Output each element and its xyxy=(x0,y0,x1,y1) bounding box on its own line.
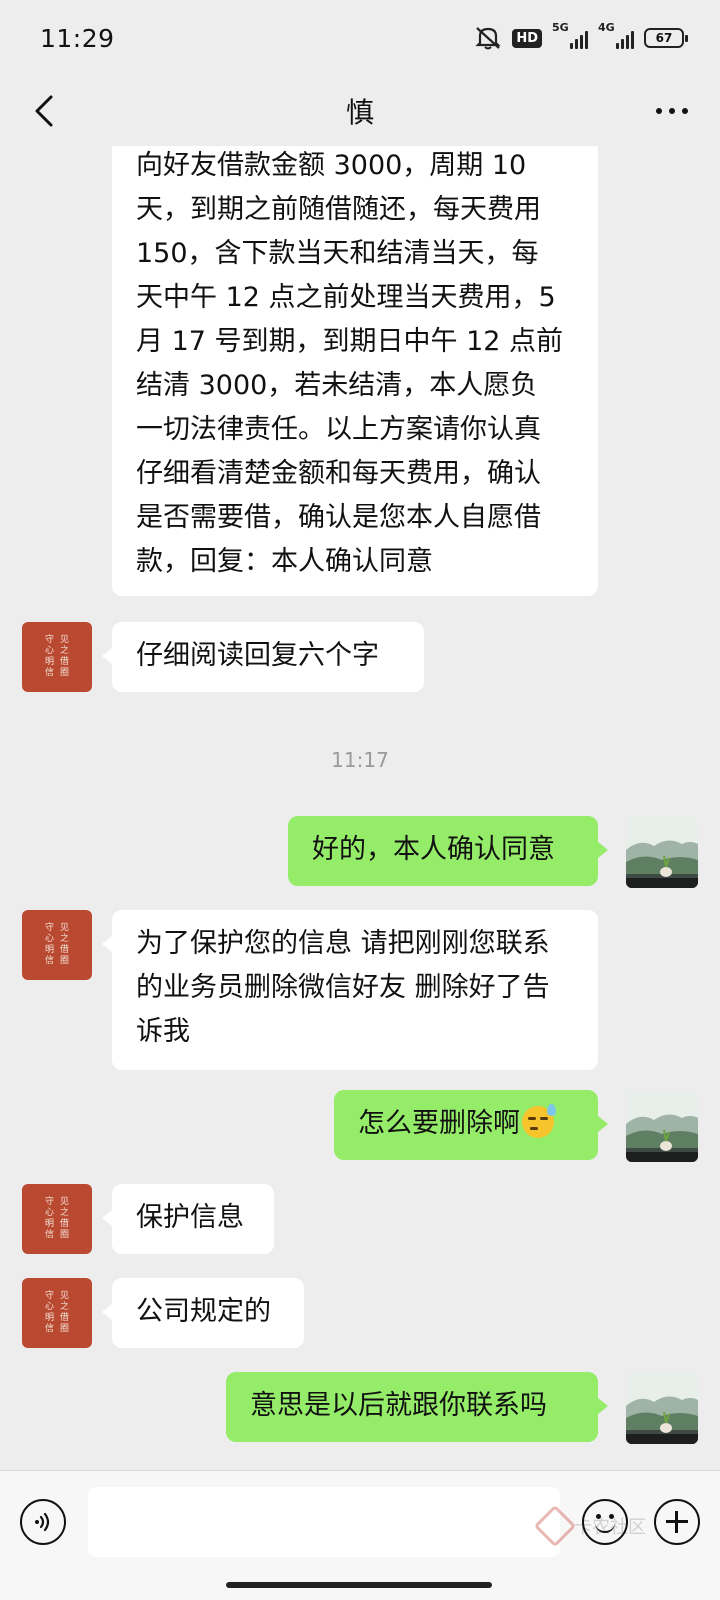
more-functions-button[interactable] xyxy=(654,1499,700,1545)
landscape-avatar-image xyxy=(626,1372,698,1444)
watermark-mark-icon xyxy=(533,1504,577,1548)
voice-icon xyxy=(35,1512,50,1532)
message-line: 仔细看清楚金额和每天费用，确认 xyxy=(136,458,541,489)
contact-avatar[interactable]: 守心明信 见之借圈 xyxy=(22,1278,92,1348)
message-line: 诉我 xyxy=(136,1016,190,1047)
message-line: 向好友借款金额 3000，周期 10 xyxy=(136,150,527,181)
message-line: 款，回复：本人确认同意 xyxy=(136,546,433,577)
chat-title: 慎 xyxy=(345,96,374,129)
status-time: 11:29 xyxy=(40,23,115,53)
status-icons: HD 5G 4G 67 xyxy=(474,21,688,51)
contact-avatar[interactable]: 守心明信 见之借圈 xyxy=(22,1184,92,1254)
message-line: 的业务员删除微信好友 删除好了告 xyxy=(136,972,550,1003)
message-bubble-incoming[interactable]: 公司规定的 xyxy=(102,1278,304,1348)
back-button[interactable] xyxy=(22,86,66,136)
battery-level: 67 xyxy=(655,31,673,45)
message-text: 仔细阅读回复六个字 xyxy=(136,640,379,671)
more-dot-icon xyxy=(669,108,675,114)
battery-icon: 67 xyxy=(644,28,688,48)
message-line: 月 17 号到期，到期日中午 12 点前 xyxy=(136,326,564,357)
landscape-avatar-image xyxy=(626,816,698,888)
more-dot-icon xyxy=(682,108,688,114)
user-avatar[interactable] xyxy=(626,1090,698,1162)
message-timestamp: 11:17 xyxy=(331,748,389,772)
message-text: 怎么要删除啊 xyxy=(358,1108,520,1139)
chevron-left-icon xyxy=(35,95,53,127)
message-input-bar: 卡农社区 xyxy=(0,1470,720,1600)
message-bubble-incoming[interactable]: 保护信息 xyxy=(102,1184,274,1254)
landscape-avatar-image xyxy=(626,1090,698,1162)
message-list[interactable]: 向好友借款金额 3000，周期 10 天，到期之前随借随还，每天费用 150，含… xyxy=(0,146,720,1470)
status-bar: 11:29 HD 5G 4G 67 xyxy=(0,0,720,76)
message-bubble-incoming[interactable]: 向好友借款金额 3000，周期 10 天，到期之前随借随还，每天费用 150，含… xyxy=(112,146,598,596)
message-line: 结清 3000，若未结清，本人愿负 xyxy=(136,370,538,401)
user-avatar[interactable] xyxy=(626,1372,698,1444)
home-indicator[interactable] xyxy=(226,1582,492,1588)
message-line: 为了保护您的信息 请把刚刚您联系 xyxy=(136,928,550,959)
message-bubble-outgoing[interactable]: 好的，本人确认同意 xyxy=(288,816,608,886)
chat-header: 慎 xyxy=(0,76,720,146)
message-bubble-incoming[interactable]: 为了保护您的信息 请把刚刚您联系 的业务员删除微信好友 删除好了告 诉我 xyxy=(102,910,598,1070)
emoji-button[interactable] xyxy=(582,1499,628,1545)
message-bubble-outgoing[interactable]: 怎么要删除啊 xyxy=(334,1090,608,1160)
message-bubble-incoming[interactable]: 仔细阅读回复六个字 xyxy=(102,622,424,692)
contact-avatar[interactable]: 守心明信 见之借圈 xyxy=(22,910,92,980)
message-text: 保护信息 xyxy=(136,1202,244,1233)
sweat-smile-emoji-icon xyxy=(522,1104,556,1138)
contact-avatar[interactable]: 守心明信 见之借圈 xyxy=(22,622,92,692)
message-text: 意思是以后就跟你联系吗 xyxy=(250,1390,547,1421)
voice-input-button[interactable] xyxy=(20,1499,66,1545)
emoji-eye-icon xyxy=(596,1514,601,1519)
hd-icon: HD xyxy=(512,28,542,48)
message-line: 天中午 12 点之前处理当天费用，5 xyxy=(136,282,556,313)
signal-5g-icon: 5G xyxy=(552,21,588,49)
message-line: 天，到期之前随借随还，每天费用 xyxy=(136,194,541,225)
emoji-mouth-icon xyxy=(595,1523,615,1533)
mute-icon xyxy=(475,27,501,50)
user-avatar[interactable] xyxy=(626,816,698,888)
more-dot-icon xyxy=(656,108,662,114)
message-text: 公司规定的 xyxy=(136,1296,271,1327)
signal-4g-icon: 4G xyxy=(598,21,634,49)
message-text: 好的，本人确认同意 xyxy=(312,834,555,865)
message-line: 150，含下款当天和结清当天，每 xyxy=(136,238,539,269)
more-options-button[interactable] xyxy=(642,86,702,136)
message-bubble-outgoing[interactable]: 意思是以后就跟你联系吗 xyxy=(226,1372,608,1442)
emoji-eye-icon xyxy=(609,1514,614,1519)
message-line: 是否需要借，确认是您本人自愿借 xyxy=(136,502,541,533)
message-text-input[interactable] xyxy=(88,1487,560,1557)
message-line: 一切法律责任。以上方案请你认真 xyxy=(136,414,541,445)
